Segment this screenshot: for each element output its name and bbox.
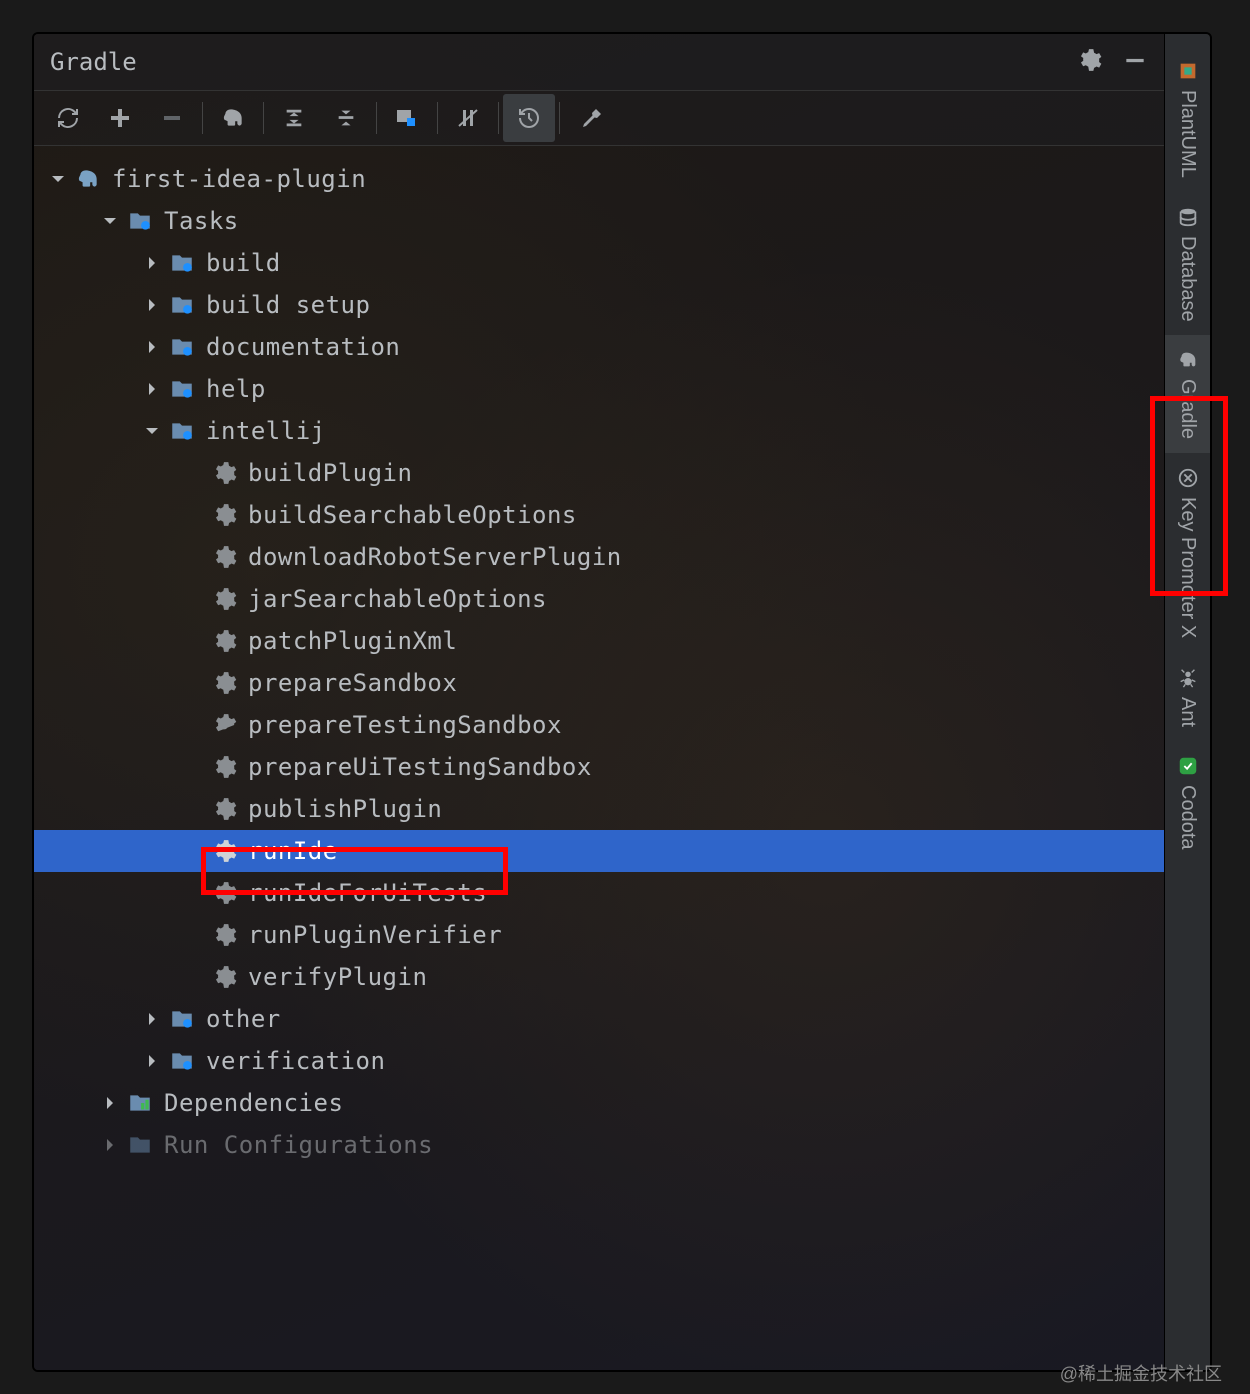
tree-node-run-configs[interactable]: Run Configurations	[34, 1124, 1164, 1166]
panel-header: Gradle	[34, 34, 1164, 90]
gradle-tree: first-idea-plugin Tasks build bu	[34, 146, 1164, 1370]
chevron-right-icon	[140, 1007, 164, 1031]
sidebar-item-ant[interactable]: Ant	[1165, 653, 1210, 741]
chevron-right-icon	[140, 293, 164, 317]
gear-icon	[210, 879, 238, 907]
gear-icon	[210, 963, 238, 991]
gear-icon[interactable]	[1076, 47, 1102, 77]
tree-node-documentation[interactable]: documentation	[34, 326, 1164, 368]
expand-all-button[interactable]	[268, 94, 320, 142]
task-downloadRobotServerPlugin[interactable]: downloadRobotServerPlugin	[34, 536, 1164, 578]
tree-node-dependencies[interactable]: Dependencies	[34, 1082, 1164, 1124]
folder-gear-icon	[168, 291, 196, 319]
tree-node-help[interactable]: help	[34, 368, 1164, 410]
toolbar	[34, 90, 1164, 146]
refresh-button[interactable]	[42, 94, 94, 142]
panel-title: Gradle	[50, 48, 1076, 76]
chevron-down-icon	[46, 167, 70, 191]
folder-gear-icon	[168, 333, 196, 361]
task-runIdeForUiTests[interactable]: runIdeForUiTests	[34, 872, 1164, 914]
task-buildSearchableOptions[interactable]: buildSearchableOptions	[34, 494, 1164, 536]
folder-icon	[126, 1131, 154, 1159]
task-verifyPlugin[interactable]: verifyPlugin	[34, 956, 1164, 998]
gear-icon	[210, 543, 238, 571]
watermark: @稀土掘金技术社区	[1060, 1360, 1222, 1386]
gear-icon	[210, 585, 238, 613]
chevron-down-icon	[140, 419, 164, 443]
chevron-right-icon	[98, 1091, 122, 1115]
folder-gear-icon	[168, 249, 196, 277]
chevron-right-icon	[140, 1049, 164, 1073]
sidebar-item-plantuml[interactable]: PlantUML	[1165, 46, 1210, 192]
task-prepareUiTestingSandbox[interactable]: prepareUiTestingSandbox	[34, 746, 1164, 788]
gear-icon	[210, 711, 238, 739]
project-structure-button[interactable]	[381, 94, 433, 142]
wrench-button[interactable]	[564, 94, 616, 142]
task-prepareSandbox[interactable]: prepareSandbox	[34, 662, 1164, 704]
collapse-all-button[interactable]	[320, 94, 372, 142]
elephant-icon	[74, 165, 102, 193]
task-patchPluginXml[interactable]: patchPluginXml	[34, 620, 1164, 662]
task-jarSearchableOptions[interactable]: jarSearchableOptions	[34, 578, 1164, 620]
folder-gear-icon	[168, 1047, 196, 1075]
tree-node-other[interactable]: other	[34, 998, 1164, 1040]
task-runPluginVerifier[interactable]: runPluginVerifier	[34, 914, 1164, 956]
gear-icon	[210, 753, 238, 781]
chevron-right-icon	[98, 1133, 122, 1157]
task-publishPlugin[interactable]: publishPlugin	[34, 788, 1164, 830]
gear-icon	[210, 795, 238, 823]
chevron-right-icon	[140, 335, 164, 359]
sidebar-item-database[interactable]: Database	[1165, 192, 1210, 336]
folder-gear-icon	[168, 375, 196, 403]
tree-node-build[interactable]: build	[34, 242, 1164, 284]
gear-icon	[210, 921, 238, 949]
tree-node-tasks[interactable]: Tasks	[34, 200, 1164, 242]
gear-icon	[210, 669, 238, 697]
folder-gear-icon	[126, 207, 154, 235]
gear-icon	[210, 459, 238, 487]
folder-gear-icon	[168, 1005, 196, 1033]
chevron-down-icon	[98, 209, 122, 233]
folder-chart-icon	[126, 1089, 154, 1117]
task-buildPlugin[interactable]: buildPlugin	[34, 452, 1164, 494]
remove-button[interactable]	[146, 94, 198, 142]
chevron-right-icon	[140, 377, 164, 401]
gear-icon	[210, 501, 238, 529]
task-runIde[interactable]: runIde	[34, 830, 1164, 872]
tasks-label: Tasks	[164, 207, 239, 235]
chevron-right-icon	[140, 251, 164, 275]
folder-gear-icon	[168, 417, 196, 445]
offline-mode-button[interactable]	[442, 94, 494, 142]
tree-node-project[interactable]: first-idea-plugin	[34, 158, 1164, 200]
minimize-icon[interactable]	[1122, 47, 1148, 77]
add-button[interactable]	[94, 94, 146, 142]
gear-icon	[210, 627, 238, 655]
elephant-run-button[interactable]	[207, 94, 259, 142]
tree-node-intellij[interactable]: intellij	[34, 410, 1164, 452]
project-label: first-idea-plugin	[112, 165, 366, 193]
sidebar-item-codota[interactable]: Codota	[1165, 741, 1210, 864]
recent-tasks-button[interactable]	[503, 94, 555, 142]
tree-node-verification[interactable]: verification	[34, 1040, 1164, 1082]
task-prepareTestingSandbox[interactable]: prepareTestingSandbox	[34, 704, 1164, 746]
gear-icon	[210, 837, 238, 865]
sidebar-item-key-promoter[interactable]: Key Promoter X	[1165, 453, 1210, 652]
sidebar-item-gradle[interactable]: Gradle	[1165, 335, 1210, 453]
right-tool-sidebar: PlantUML Database Gradle Key Promoter X …	[1164, 34, 1210, 1370]
tree-node-build-setup[interactable]: build setup	[34, 284, 1164, 326]
